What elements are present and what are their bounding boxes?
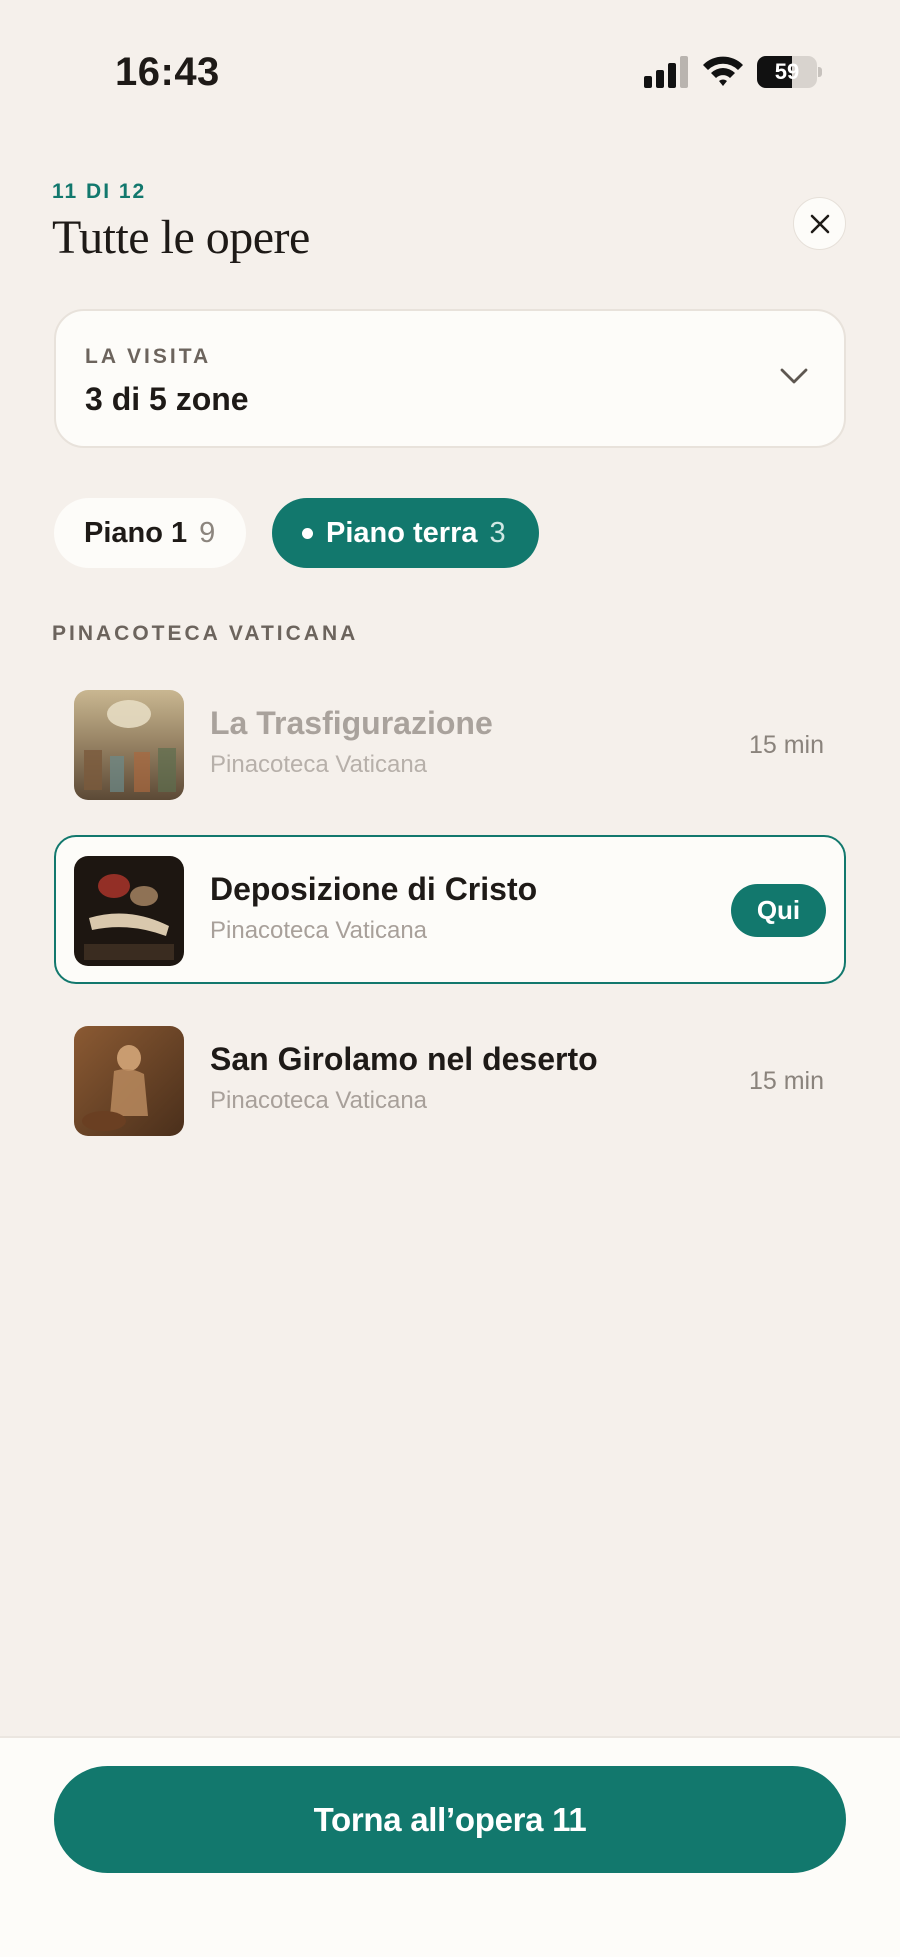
artwork-thumbnail xyxy=(74,1026,184,1136)
artwork-title: Deposizione di Cristo xyxy=(210,871,538,907)
status-bar: 16:43 59 xyxy=(0,0,900,140)
floor-tab-piano-1[interactable]: Piano 1 9 xyxy=(54,498,246,568)
close-button[interactable] xyxy=(793,197,846,250)
visit-progress-dropdown[interactable]: LA VISITA 3 di 5 zone xyxy=(54,309,846,448)
artwork-title: La Trasfigurazione xyxy=(210,705,493,741)
artwork-duration: 15 min xyxy=(748,731,824,759)
back-to-artwork-button[interactable]: Torna all’opera 11 xyxy=(54,1766,846,1873)
battery-percentage: 59 xyxy=(774,59,800,84)
artwork-duration: 15 min xyxy=(748,1067,824,1095)
artwork-location: Pinacoteca Vaticana xyxy=(210,1087,428,1114)
artwork-thumbnail xyxy=(74,856,184,966)
wifi-icon xyxy=(703,56,743,86)
artwork-thumbnail xyxy=(74,690,184,800)
floor-tab-label: Piano 1 xyxy=(84,516,188,549)
selected-dot-icon xyxy=(302,527,313,539)
artwork-item[interactable]: La Trasfigurazione Pinacoteca Vaticana 1… xyxy=(54,669,846,818)
battery-icon: 59 xyxy=(757,56,823,88)
artwork-title: San Girolamo nel deserto xyxy=(210,1041,598,1077)
floor-tab-piano-terra[interactable]: Piano terra 3 xyxy=(272,498,539,568)
artwork-location: Pinacoteca Vaticana xyxy=(210,917,428,944)
floor-tab-label: Piano terra xyxy=(326,516,478,549)
visit-zones-value: 3 di 5 zone xyxy=(85,381,249,417)
artwork-item[interactable]: San Girolamo nel deserto Pinacoteca Vati… xyxy=(54,1005,846,1154)
page-title: Tutte le opere xyxy=(52,211,310,264)
artwork-location: Pinacoteca Vaticana xyxy=(210,751,428,778)
floor-tab-count: 9 xyxy=(199,516,216,549)
artwork-counter: 11 DI 12 xyxy=(52,180,147,203)
section-heading: PINACOTECA VATICANA xyxy=(52,622,359,645)
chevron-down-icon xyxy=(780,368,808,384)
cellular-signal-icon xyxy=(644,56,688,88)
current-location-badge: Qui xyxy=(731,884,826,937)
visit-label: LA VISITA xyxy=(85,345,212,368)
bottom-bar: Torna all’opera 11 xyxy=(0,1736,900,1957)
floor-tab-count: 3 xyxy=(489,516,506,549)
status-time: 16:43 xyxy=(115,50,220,94)
artwork-item-current[interactable]: Deposizione di Cristo Pinacoteca Vatican… xyxy=(54,835,846,984)
close-icon xyxy=(810,214,829,233)
